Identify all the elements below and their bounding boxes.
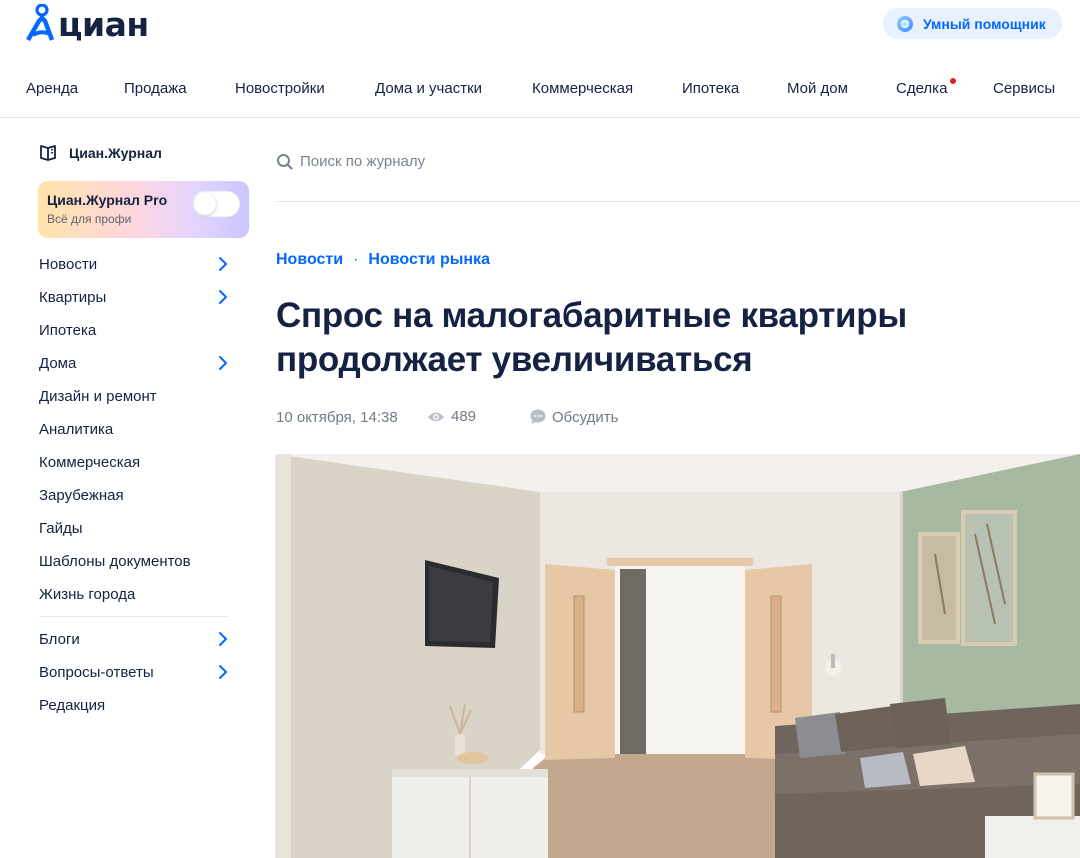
sidebar-item-label: Редакция [39,696,106,714]
smart-assistant-button[interactable]: Умный помощник [883,8,1062,39]
sidebar-item-label: Жизнь города [39,585,136,603]
logo-pin-icon [26,4,54,42]
main-navigation: Аренда Продажа Новостройки Дома и участк… [0,76,1080,104]
sidebar-item-label: Дизайн и ремонт [39,387,157,405]
pro-toggle[interactable] [192,191,240,217]
article-hero-image [275,454,1080,858]
discuss-link[interactable]: Обсудить [529,408,618,426]
sidebar-item-analytics[interactable]: Аналитика [39,417,231,441]
comment-bubble-icon [530,409,546,424]
chevron-right-icon [219,632,227,646]
sidebar-item-commercial[interactable]: Коммерческая [39,450,231,474]
sidebar-item-label: Дома [39,354,77,372]
sidebar-divider [39,616,229,617]
sidebar-item-mortgage[interactable]: Ипотека [39,318,231,342]
breadcrumb-news[interactable]: Новости [276,251,343,269]
publish-date: 10 октября, 14:38 [276,409,398,426]
open-book-icon [40,145,56,161]
search-input[interactable] [300,150,800,172]
journal-label: Циан.Журнал [69,145,162,161]
sidebar-item-label: Новости [39,255,98,273]
views-counter: 489 [427,408,476,425]
nav-rent[interactable]: Аренда [26,80,78,97]
sidebar-item-blogs[interactable]: Блоги [39,627,231,651]
nav-sale[interactable]: Продажа [124,80,187,97]
logo-text: циан [58,5,149,44]
chevron-right-icon [219,257,227,271]
sidebar-item-label: Ипотека [39,321,97,339]
sidebar-item-design-renovation[interactable]: Дизайн и ремонт [39,384,231,408]
chevron-right-icon [219,290,227,304]
sidebar-item-apartments[interactable]: Квартиры [39,285,231,309]
cian-logo[interactable]: циан [26,0,149,42]
nav-deal[interactable]: Сделка [896,80,947,97]
article-title: Спрос на малогабаритные квартиры продолж… [276,296,907,379]
sidebar-item-label: Шаблоны документов [39,552,191,570]
discuss-label: Обсудить [552,408,619,426]
journal-sidebar: Циан.Журнал Циан.Журнал Pro Всё для проф… [0,118,260,858]
nav-mortgage[interactable]: Ипотека [682,80,739,97]
sidebar-item-houses[interactable]: Дома [39,351,231,375]
article-meta: 10 октября, 14:38 489 Обсудить [276,408,776,428]
nav-new-buildings[interactable]: Новостройки [235,80,325,97]
search-icon [277,154,293,170]
breadcrumb-separator: · [353,251,359,268]
views-count: 489 [451,408,477,425]
chevron-right-icon [219,665,227,679]
breadcrumb: Новости · Новости рынка [276,251,490,269]
sidebar-item-label: Коммерческая [39,453,141,471]
breadcrumb-market-news[interactable]: Новости рынка [368,251,490,269]
chevron-right-icon [219,356,227,370]
pro-subtitle: Всё для профи [47,212,132,226]
site-header: циан Умный помощник Аренда Продажа Новос… [0,0,1080,118]
nav-houses-and-plots[interactable]: Дома и участки [375,80,482,97]
journal-search [276,150,1080,202]
pro-toggle-knob [194,193,216,215]
eye-icon [428,412,444,421]
sidebar-item-label: Зарубежная [39,486,124,504]
sidebar-item-label: Аналитика [39,420,114,438]
assistant-label: Умный помощник [923,15,1046,32]
sidebar-item-label: Блоги [39,630,80,648]
nav-services[interactable]: Сервисы [993,80,1055,97]
sidebar-item-label: Вопросы-ответы [39,663,154,681]
sidebar-item-news[interactable]: Новости [39,252,231,276]
nav-commercial[interactable]: Коммерческая [532,80,633,97]
sidebar-item-city-life[interactable]: Жизнь города [39,582,231,606]
sidebar-item-document-templates[interactable]: Шаблоны документов [39,549,231,573]
sidebar-item-guides[interactable]: Гайды [39,516,231,540]
sidebar-item-abroad[interactable]: Зарубежная [39,483,231,507]
sidebar-item-qa[interactable]: Вопросы-ответы [39,660,231,684]
journal-home-link[interactable]: Циан.Журнал [39,144,162,162]
sidebar-item-editorial[interactable]: Редакция [39,693,231,717]
journal-pro-card[interactable]: Циан.Журнал Pro Всё для профи [38,181,249,238]
pro-title: Циан.Журнал Pro [47,192,168,208]
nav-my-home[interactable]: Мой дом [787,80,848,97]
assistant-sparkle-icon [897,15,913,32]
sidebar-item-label: Квартиры [39,288,107,306]
sidebar-item-label: Гайды [39,519,83,537]
room-photo [275,454,1080,858]
deal-notification-dot [950,78,956,84]
